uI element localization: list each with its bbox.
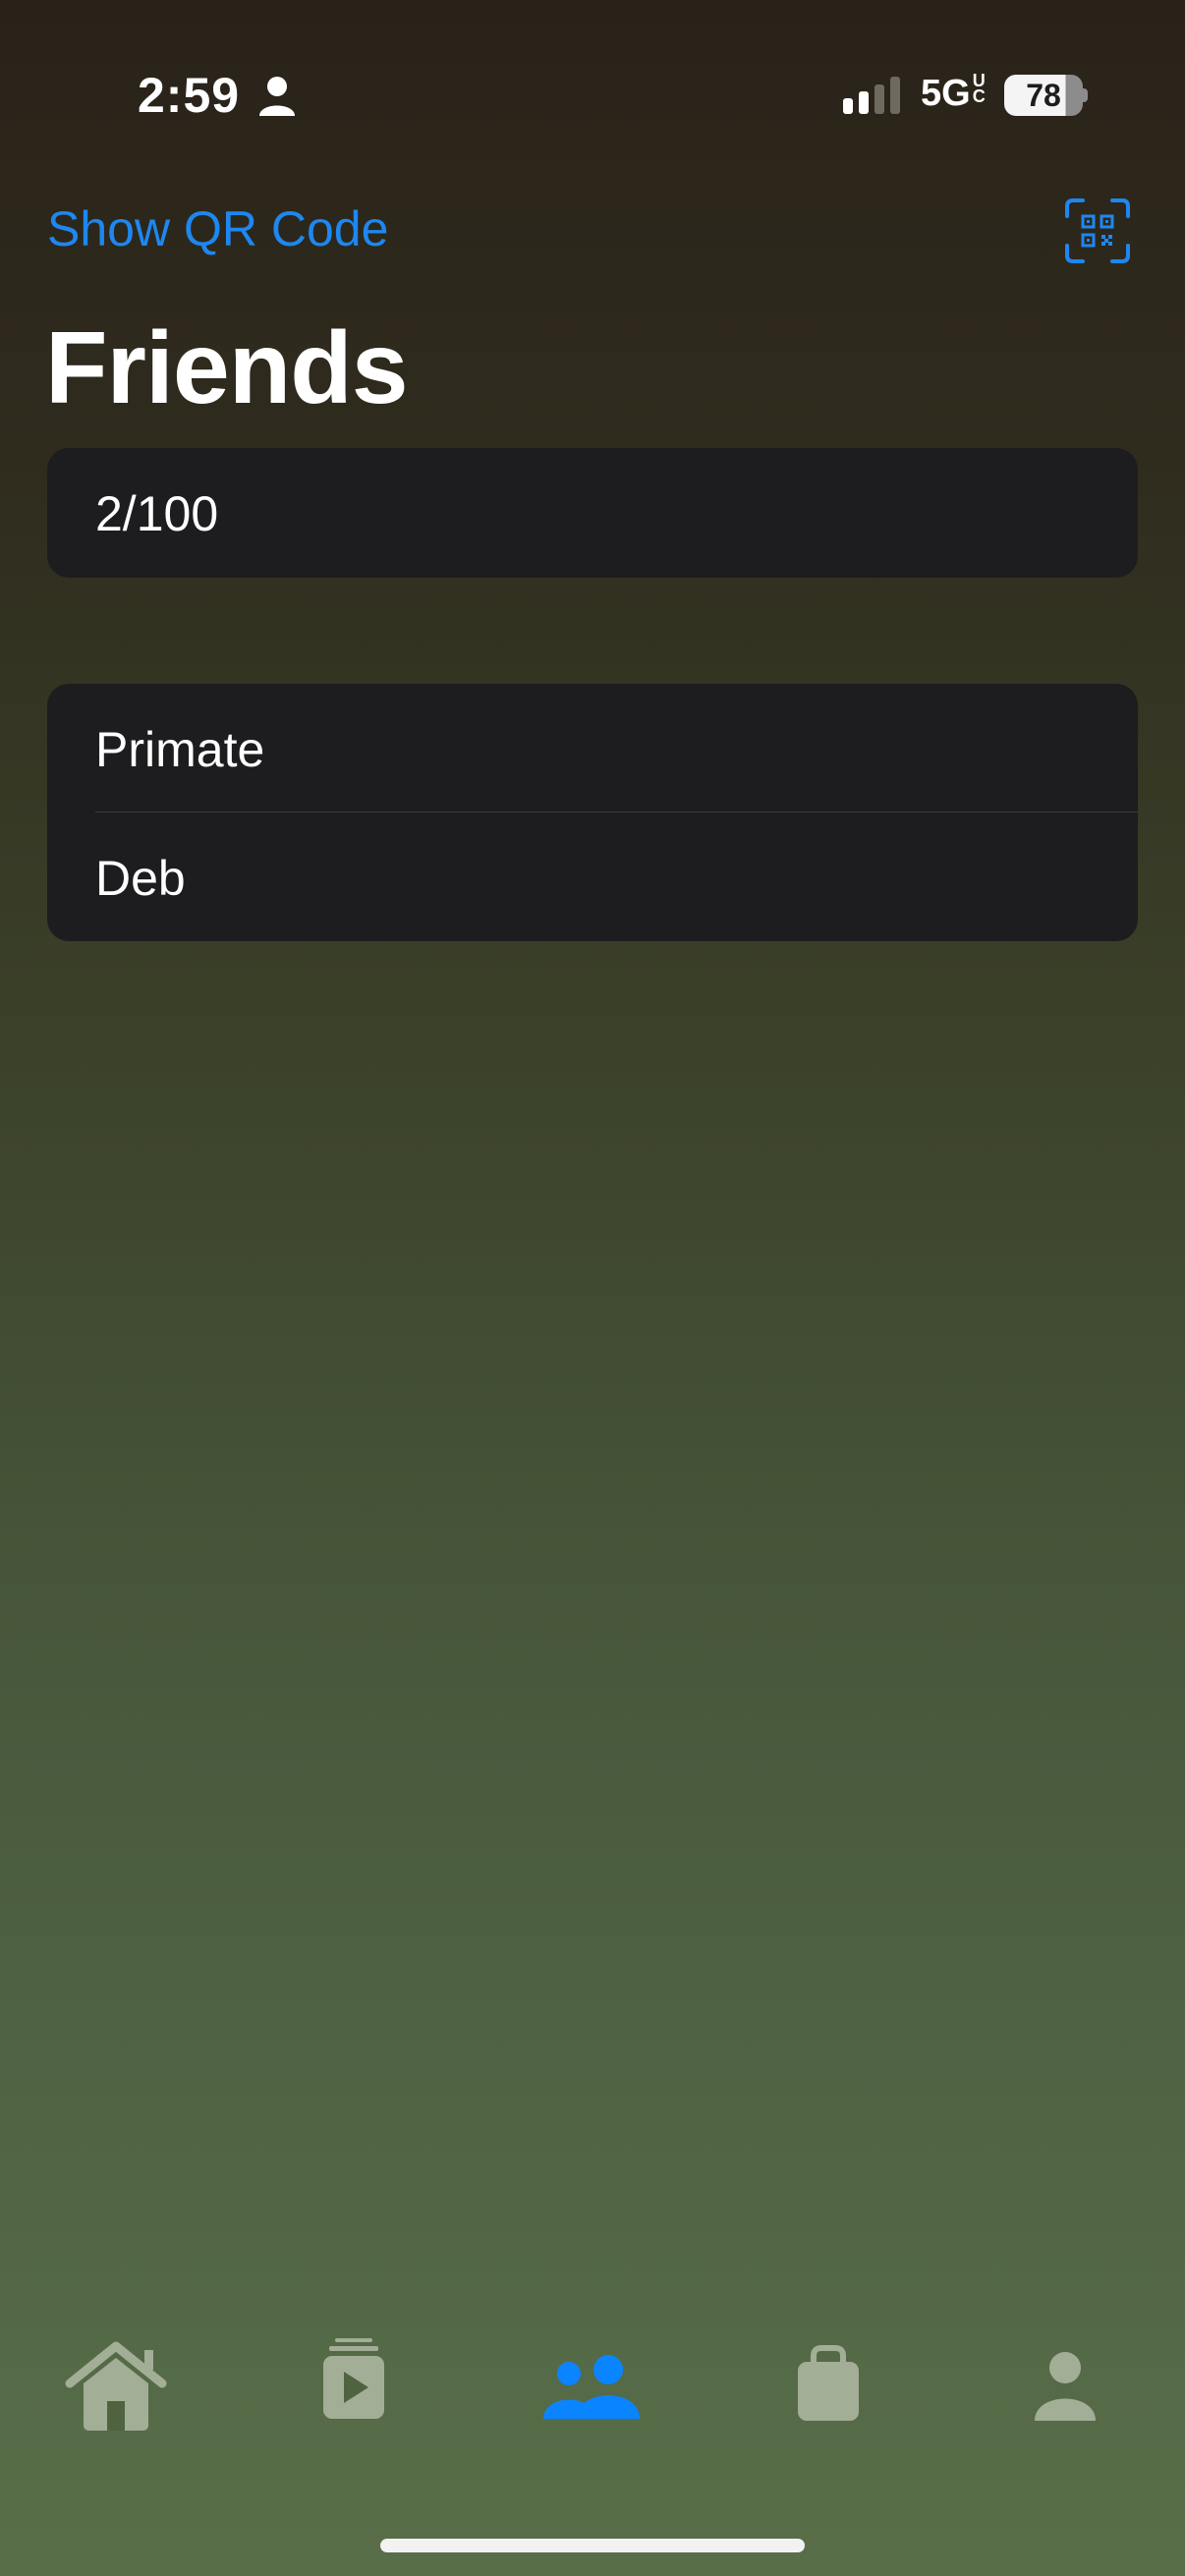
tab-friends[interactable] (537, 2336, 646, 2444)
friend-count-card: 2/100 (47, 448, 1138, 578)
network-type: 5G (921, 73, 971, 114)
list-item[interactable]: Deb (47, 812, 1138, 941)
status-time: 2:59 (138, 68, 241, 123)
home-icon (65, 2341, 167, 2431)
friend-name: Primate (95, 722, 265, 777)
network-indicator: 5G U C (921, 72, 986, 115)
page-title: Friends (45, 311, 409, 425)
battery-tip (1082, 88, 1088, 102)
network-superscript: UC (972, 72, 986, 106)
person-icon (1035, 2352, 1096, 2421)
shopping-bag-icon (798, 2345, 859, 2421)
friends-list: Primate Deb (47, 684, 1138, 941)
home-indicator (380, 2539, 805, 2552)
tab-home[interactable] (62, 2336, 170, 2444)
show-qr-code-button[interactable]: Show QR Code (47, 200, 388, 257)
battery-indicator: 78 (1004, 75, 1083, 116)
qr-scan-icon[interactable] (1065, 198, 1130, 263)
tab-media[interactable] (300, 2336, 408, 2444)
list-item[interactable]: Primate (47, 684, 1138, 812)
friend-name: Deb (95, 851, 186, 906)
person-status-icon (259, 77, 295, 116)
friends-icon (543, 2355, 640, 2419)
friend-count: 2/100 (95, 486, 219, 541)
tab-shop[interactable] (774, 2336, 882, 2444)
media-stack-icon (323, 2338, 384, 2419)
tab-profile[interactable] (1011, 2336, 1119, 2444)
cellular-signal-icon (843, 77, 900, 114)
network-sup-bottom: C (972, 86, 986, 106)
